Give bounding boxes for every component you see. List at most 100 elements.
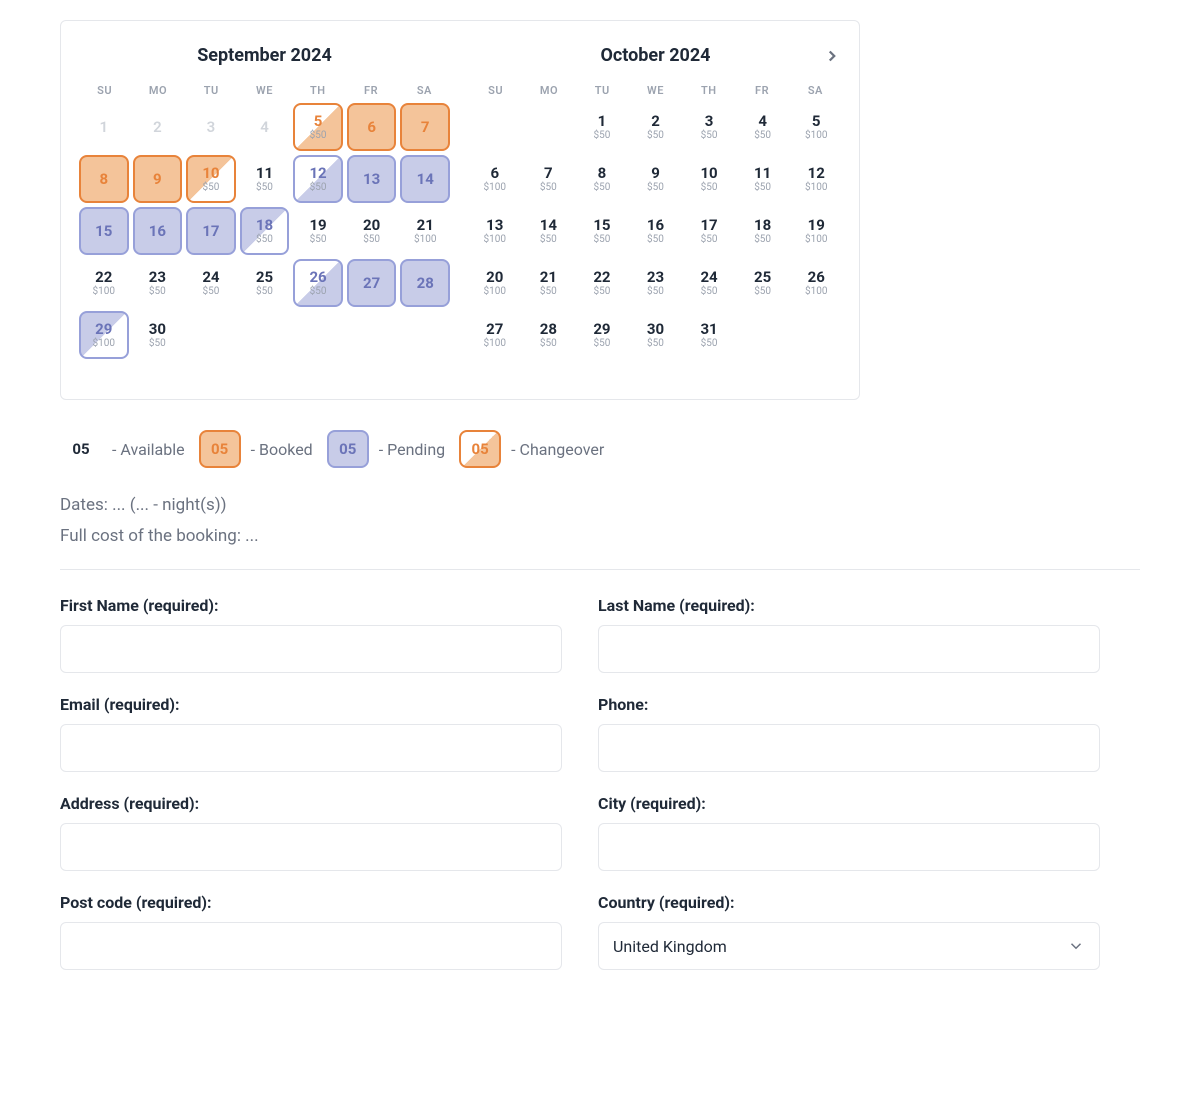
day-cell[interactable]: 1$50 [577, 103, 627, 151]
day-cell[interactable]: 12$100 [791, 155, 841, 203]
day-number: 18 [754, 217, 771, 234]
day-cell[interactable]: 30$50 [133, 311, 183, 359]
day-cell[interactable]: 29$100 [79, 311, 129, 359]
day-cell[interactable]: 24$50 [186, 259, 236, 307]
day-cell[interactable]: 16$50 [631, 207, 681, 255]
day-cell[interactable]: 23$50 [133, 259, 183, 307]
day-cell[interactable]: 25$50 [738, 259, 788, 307]
day-cell[interactable]: 22$50 [577, 259, 627, 307]
next-month-button[interactable] [823, 47, 841, 69]
legend-label: - Booked [251, 440, 313, 459]
day-number: 24 [700, 269, 717, 286]
day-price: $50 [540, 339, 557, 349]
day-number: 26 [808, 269, 825, 286]
day-cell[interactable]: 27 [347, 259, 397, 307]
day-cell[interactable]: 11$50 [240, 155, 290, 203]
day-number: 4 [260, 119, 269, 136]
day-cell[interactable]: 9$50 [631, 155, 681, 203]
day-cell[interactable]: 10$50 [684, 155, 734, 203]
day-cell[interactable]: 14 [400, 155, 450, 203]
day-cell[interactable]: 11$50 [738, 155, 788, 203]
dow-cell: TU [186, 84, 237, 97]
day-number: 21 [417, 217, 434, 234]
day-number: 25 [754, 269, 771, 286]
last-name-input[interactable] [598, 625, 1100, 673]
address-input[interactable] [60, 823, 562, 871]
day-number: 24 [202, 269, 219, 286]
day-cell[interactable]: 26$100 [791, 259, 841, 307]
day-cell[interactable]: 18$50 [240, 207, 290, 255]
day-cell[interactable]: 31$50 [684, 311, 734, 359]
city-label: City (required): [598, 794, 1100, 813]
day-cell[interactable]: 6$100 [470, 155, 520, 203]
day-cell[interactable]: 6 [347, 103, 397, 151]
day-cell[interactable]: 9 [133, 155, 183, 203]
day-price: $50 [593, 339, 610, 349]
day-cell[interactable]: 13 [347, 155, 397, 203]
dow-cell: MO [132, 84, 183, 97]
day-cell[interactable]: 25$50 [240, 259, 290, 307]
legend-label: - Pending [379, 440, 445, 459]
day-cell[interactable]: 8$50 [577, 155, 627, 203]
country-select[interactable]: United Kingdom [598, 922, 1100, 970]
day-cell[interactable]: 14$50 [524, 207, 574, 255]
day-number: 12 [808, 165, 825, 182]
day-price: $100 [414, 235, 436, 245]
day-cell[interactable]: 30$50 [631, 311, 681, 359]
day-number: 6 [490, 165, 499, 182]
day-cell[interactable]: 26$50 [293, 259, 343, 307]
day-number: 17 [700, 217, 717, 234]
day-cell[interactable]: 21$100 [400, 207, 450, 255]
postcode-input[interactable] [60, 922, 562, 970]
day-cell[interactable]: 28 [400, 259, 450, 307]
day-cell[interactable]: 18$50 [738, 207, 788, 255]
day-number: 21 [540, 269, 557, 286]
day-cell[interactable]: 12$50 [293, 155, 343, 203]
first-name-input[interactable] [60, 625, 562, 673]
day-number: 22 [593, 269, 610, 286]
day-cell: 4 [240, 103, 290, 151]
day-cell[interactable]: 19$100 [791, 207, 841, 255]
day-cell[interactable]: 5$100 [791, 103, 841, 151]
day-price: $50 [647, 131, 664, 141]
day-cell[interactable]: 20$100 [470, 259, 520, 307]
day-cell[interactable]: 5$50 [293, 103, 343, 151]
day-cell[interactable]: 20$50 [347, 207, 397, 255]
day-cell[interactable]: 13$100 [470, 207, 520, 255]
day-cell[interactable]: 19$50 [293, 207, 343, 255]
day-cell[interactable]: 7$50 [524, 155, 574, 203]
dow-cell: TU [577, 84, 628, 97]
day-cell[interactable]: 17 [186, 207, 236, 255]
day-price: $100 [484, 183, 506, 193]
city-input[interactable] [598, 823, 1100, 871]
day-price: $50 [647, 235, 664, 245]
day-cell[interactable]: 17$50 [684, 207, 734, 255]
day-number: 8 [598, 165, 607, 182]
day-number: 31 [700, 321, 717, 338]
legend-label: - Changeover [511, 440, 604, 459]
day-cell[interactable]: 15$50 [577, 207, 627, 255]
phone-input[interactable] [598, 724, 1100, 772]
email-input[interactable] [60, 724, 562, 772]
day-cell[interactable]: 7 [400, 103, 450, 151]
day-number: 7 [544, 165, 553, 182]
day-cell[interactable]: 15 [79, 207, 129, 255]
day-cell[interactable]: 8 [79, 155, 129, 203]
divider [60, 569, 1140, 570]
day-cell[interactable]: 29$50 [577, 311, 627, 359]
day-cell[interactable]: 3$50 [684, 103, 734, 151]
day-cell[interactable]: 21$50 [524, 259, 574, 307]
day-cell[interactable]: 10$50 [186, 155, 236, 203]
day-empty [524, 103, 574, 151]
day-number: 14 [417, 171, 434, 188]
legend-chip-changeover: 05 [459, 430, 501, 468]
day-cell[interactable]: 4$50 [738, 103, 788, 151]
day-cell[interactable]: 22$100 [79, 259, 129, 307]
day-cell[interactable]: 24$50 [684, 259, 734, 307]
day-cell[interactable]: 23$50 [631, 259, 681, 307]
day-cell[interactable]: 16 [133, 207, 183, 255]
day-cell[interactable]: 27$100 [470, 311, 520, 359]
day-cell[interactable]: 28$50 [524, 311, 574, 359]
day-number: 15 [593, 217, 610, 234]
day-cell[interactable]: 2$50 [631, 103, 681, 151]
